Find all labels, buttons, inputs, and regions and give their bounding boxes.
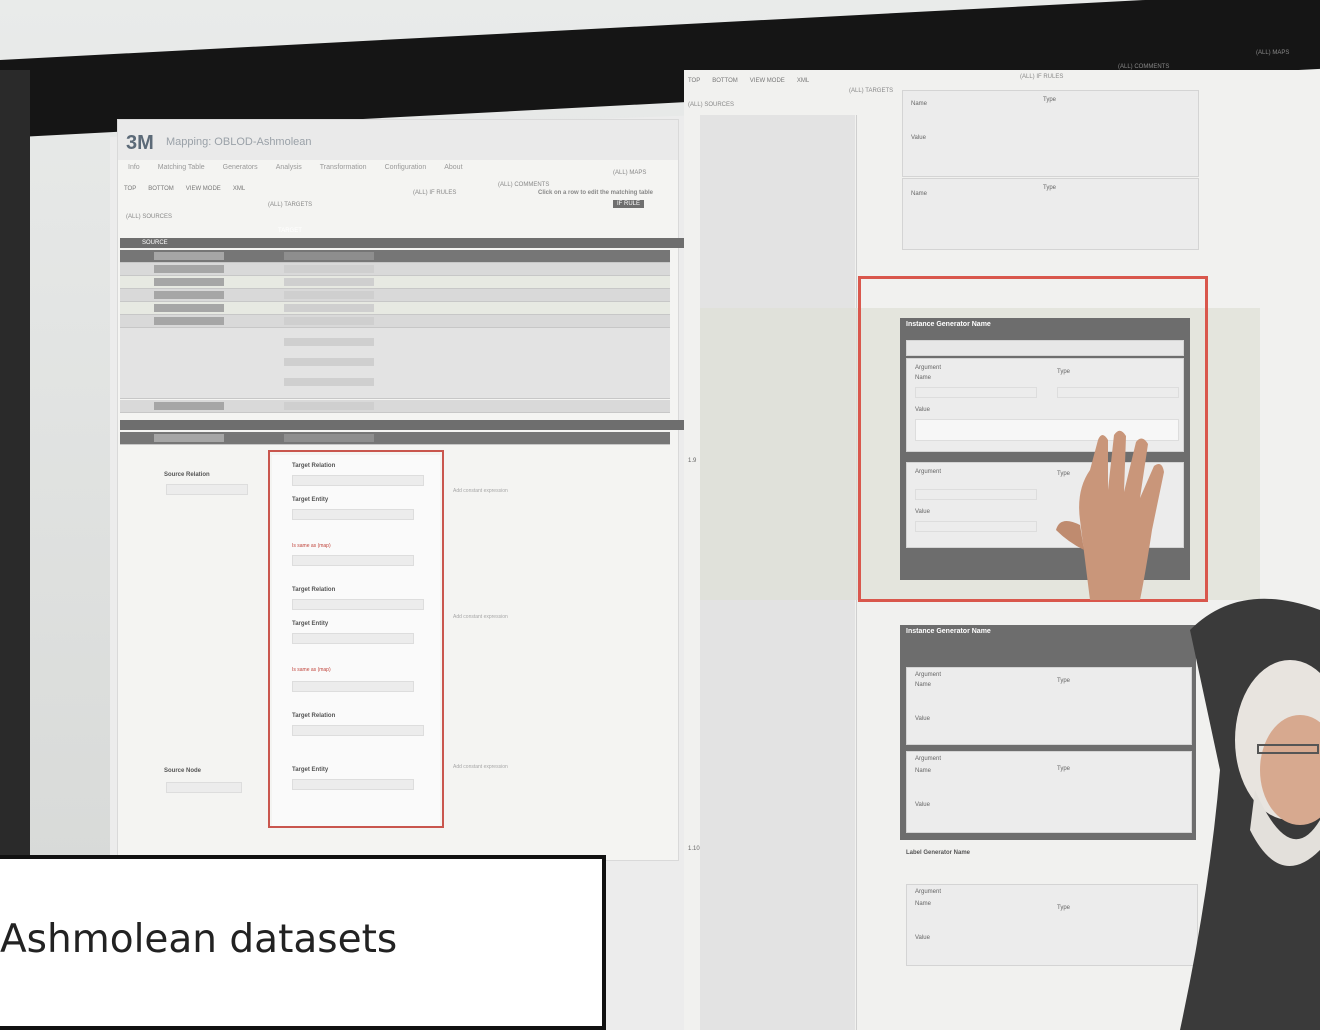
- instance-generator-title-2: Instance Generator Name: [906, 628, 991, 635]
- top-button-right[interactable]: TOP: [688, 78, 700, 84]
- instance-generator-panel-2: Instance Generator Name Argument Name Ty…: [900, 625, 1196, 840]
- table-row[interactable]: [120, 315, 670, 328]
- table-row[interactable]: [120, 263, 670, 276]
- add-constant-expression-link-3[interactable]: Add constant expression: [453, 764, 508, 770]
- target-column-header: TARGET: [278, 228, 302, 234]
- bottom-button-right[interactable]: BOTTOM: [712, 78, 738, 84]
- tab-info[interactable]: Info: [128, 164, 140, 171]
- tab-generators[interactable]: Generators: [223, 164, 258, 171]
- arg-name-label: Name: [911, 191, 928, 197]
- tab-matching-table[interactable]: Matching Table: [158, 164, 205, 171]
- view-mode-button[interactable]: VIEW MODE: [186, 186, 221, 192]
- argument-label: Argument: [915, 756, 942, 762]
- highlight-box-left: [268, 450, 444, 828]
- edit-hint: Click on a row to edit the matching tabl…: [538, 190, 654, 196]
- arg-type-label: Type: [1057, 766, 1071, 772]
- all-sources-header[interactable]: (ALL) SOURCES: [126, 214, 172, 220]
- arg-type-label: Type: [1043, 185, 1057, 191]
- view-mode-button-right[interactable]: VIEW MODE: [750, 78, 785, 84]
- row-number-label: 1.10: [688, 846, 700, 852]
- argument-label: Argument: [915, 889, 942, 895]
- arg-name-label: Name: [915, 768, 932, 774]
- top-button[interactable]: TOP: [124, 186, 136, 192]
- grid-header-1: SOURCE: [120, 238, 692, 248]
- caption-box: Ashmolean datasets: [0, 855, 606, 1030]
- table-row[interactable]: [120, 289, 670, 302]
- source-relation-select[interactable]: [166, 484, 248, 495]
- label-generator-title: Label Generator Name: [906, 850, 971, 856]
- source-column-header: SOURCE: [142, 240, 168, 246]
- source-node-label: Source Node: [164, 768, 202, 774]
- bottom-button[interactable]: BOTTOM: [148, 186, 174, 192]
- table-row[interactable]: [120, 432, 670, 445]
- argument-label: Argument: [915, 672, 942, 678]
- right-all-sources-header[interactable]: (ALL) SOURCES: [688, 102, 734, 108]
- arg-name-label: Name: [915, 682, 932, 688]
- source-relation-label: Source Relation: [164, 472, 210, 478]
- table-row[interactable]: [120, 328, 670, 399]
- argument-card: Argument Name Type Value: [906, 667, 1192, 745]
- all-comments-header[interactable]: (ALL) COMMENTS: [498, 182, 549, 188]
- arg-type-label: Type: [1043, 97, 1057, 103]
- table-row[interactable]: [120, 276, 670, 289]
- right-all-comments-header[interactable]: (ALL) COMMENTS: [1118, 64, 1169, 70]
- tab-transformation[interactable]: Transformation: [320, 164, 367, 171]
- caption-text: Ashmolean datasets: [0, 917, 398, 962]
- all-maps-header[interactable]: (ALL) MAPS: [613, 170, 646, 176]
- right-all-if-rules-header[interactable]: (ALL) IF RULES: [1020, 74, 1063, 80]
- xml-button[interactable]: XML: [233, 186, 245, 192]
- presenter: [1180, 598, 1320, 1030]
- argument-card: Name Type Value: [902, 90, 1199, 177]
- add-constant-expression-link-2[interactable]: Add constant expression: [453, 614, 508, 620]
- tab-about[interactable]: About: [444, 164, 462, 171]
- tab-configuration[interactable]: Configuration: [385, 164, 427, 171]
- arg-name-label: Name: [911, 101, 928, 107]
- argument-card: Name Type: [902, 178, 1199, 250]
- table-row[interactable]: [120, 250, 670, 263]
- arg-value-label: Value: [915, 935, 930, 941]
- if-rule-header: IF RULE: [613, 200, 645, 208]
- row-number-label: 1.9: [688, 458, 697, 464]
- arg-value-label: Value: [911, 135, 926, 141]
- tab-bar: Info Matching Table Generators Analysis …: [128, 164, 463, 171]
- argument-card: Argument Name Type Value: [906, 751, 1192, 833]
- arg-type-label: Type: [1057, 905, 1071, 911]
- table-row[interactable]: [120, 400, 670, 413]
- app-header: 3M Mapping: OBLOD-Ashmolean: [118, 120, 678, 160]
- right-all-targets-header[interactable]: (ALL) TARGETS: [849, 88, 893, 94]
- app-logo: 3M: [126, 132, 154, 154]
- add-constant-expression-link[interactable]: Add constant expression: [453, 488, 508, 494]
- grid-header-2: [120, 420, 692, 430]
- arg-value-label: Value: [915, 802, 930, 808]
- pointing-hand: [1056, 430, 1164, 600]
- arg-type-label: Type: [1057, 678, 1071, 684]
- label-generator-argument: Argument Name Type Value: [906, 884, 1198, 966]
- arg-name-label: Name: [915, 901, 932, 907]
- app-title: Mapping: OBLOD-Ashmolean: [166, 136, 312, 148]
- xml-button-right[interactable]: XML: [797, 78, 809, 84]
- right-all-maps-header[interactable]: (ALL) MAPS: [1256, 50, 1289, 56]
- table-row[interactable]: [120, 302, 670, 315]
- tab-analysis[interactable]: Analysis: [276, 164, 302, 171]
- all-targets-header[interactable]: (ALL) TARGETS: [268, 202, 312, 208]
- arg-value-label: Value: [915, 716, 930, 722]
- source-node-select[interactable]: [166, 782, 242, 793]
- all-if-rules-header[interactable]: (ALL) IF RULES: [413, 190, 456, 196]
- toolbar: TOP BOTTOM VIEW MODE XML: [124, 186, 245, 192]
- right-toolbar: TOP BOTTOM VIEW MODE XML: [688, 78, 809, 84]
